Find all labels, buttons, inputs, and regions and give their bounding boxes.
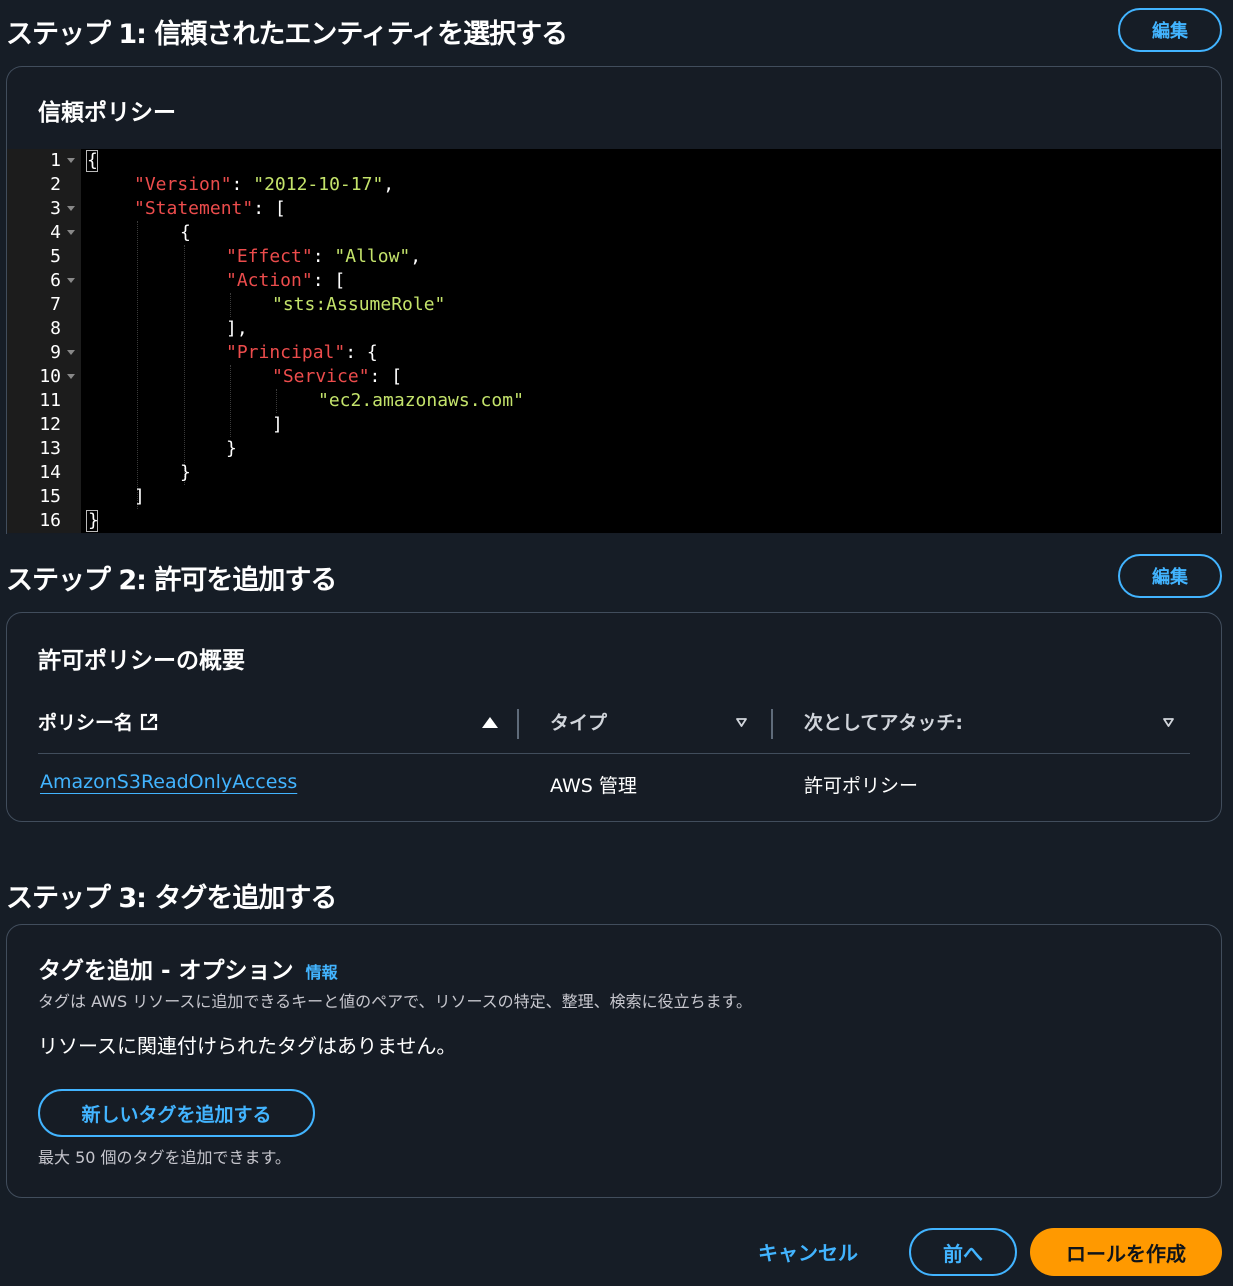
step2-header: ステップ 2: 許可を追加する 編集 [6, 550, 1222, 598]
code-line: 7 "sts:AssumeRole" [7, 293, 1221, 317]
line-number: 11 [39, 390, 61, 411]
line-number: 15 [39, 486, 61, 507]
code-text: } [180, 462, 191, 483]
fold-arrow-icon[interactable] [67, 374, 75, 379]
fold-arrow-icon[interactable] [67, 158, 75, 163]
line-number: 6 [50, 270, 61, 291]
sort-descending-icon[interactable] [1163, 718, 1174, 727]
code-line: 11 "ec2.amazonaws.com" [7, 389, 1221, 413]
step3-title: ステップ 3: タグを追加する [6, 883, 337, 914]
code-line: 1 { [7, 149, 1221, 173]
add-new-tag-button[interactable]: 新しいタグを追加する [38, 1089, 315, 1137]
external-link-icon [140, 713, 158, 730]
code-line: 8 ], [7, 317, 1221, 341]
step1-edit-button[interactable]: 編集 [1118, 8, 1222, 52]
code-line: 6 "Action": [ [7, 269, 1221, 293]
code-text: "Version": "2012-10-17", [134, 174, 395, 195]
line-number: 7 [50, 294, 61, 315]
line-number: 12 [39, 414, 61, 435]
code-text: { [180, 222, 191, 243]
code-text: "Effect": "Allow", [226, 246, 422, 267]
fold-arrow-icon[interactable] [67, 278, 75, 283]
code-text: { [87, 150, 98, 171]
code-line: 4 { [7, 221, 1221, 245]
line-number: 16 [39, 510, 61, 531]
code-line: 14 } [7, 461, 1221, 485]
code-line: 5 "Effect": "Allow", [7, 245, 1221, 269]
trust-policy-title: 信頼ポリシー [38, 100, 176, 126]
code-text: } [226, 438, 237, 459]
policy-name-link[interactable]: AmazonS3ReadOnlyAccess [40, 771, 297, 793]
line-number: 5 [50, 246, 61, 267]
column-resizer[interactable] [771, 709, 773, 739]
code-line: 15 ] [7, 485, 1221, 509]
code-text: ] [272, 414, 283, 435]
line-number: 9 [50, 342, 61, 363]
line-number: 3 [50, 198, 61, 219]
code-text: "Service": [ [272, 366, 403, 387]
code-line: 16 } [7, 509, 1221, 533]
line-number: 14 [39, 462, 61, 483]
line-number: 13 [39, 438, 61, 459]
step2-title: ステップ 2: 許可を追加する [6, 565, 337, 596]
column-resizer[interactable] [517, 709, 519, 739]
step1-title: ステップ 1: 信頼されたエンティティを選択する [6, 19, 568, 50]
code-text: "sts:AssumeRole" [272, 294, 446, 315]
code-line: 12 ] [7, 413, 1221, 437]
info-link[interactable]: 情報 [306, 959, 338, 983]
table-divider [38, 753, 1190, 754]
code-text: "Action": [ [226, 270, 346, 291]
step3-header: ステップ 3: タグを追加する [6, 868, 1222, 916]
line-number: 8 [50, 318, 61, 339]
code-line: 2 "Version": "2012-10-17", [7, 173, 1221, 197]
policy-type-cell: AWS 管理 [550, 775, 637, 797]
line-number: 4 [50, 222, 61, 243]
column-header-policy-name[interactable]: ポリシー名 [38, 708, 159, 735]
attached-as-cell: 許可ポリシー [804, 775, 919, 797]
code-line: 13 } [7, 437, 1221, 461]
no-tags-text: リソースに関連付けられたタグはありません。 [38, 1034, 457, 1058]
tags-card: タグを追加 - オプション 情報 タグは AWS リソースに追加できるキーと値の… [6, 924, 1222, 1198]
tags-title-row: タグを追加 - オプション 情報 [38, 951, 338, 985]
code-line: 3 "Statement": [ [7, 197, 1221, 221]
code-text: } [88, 510, 99, 531]
cancel-button[interactable]: キャンセル [758, 1237, 858, 1266]
trust-policy-card: 信頼ポリシー 1 { 2 "Version": "2012-10-17", 3 … [6, 66, 1222, 534]
fold-arrow-icon[interactable] [67, 230, 75, 235]
column-header-type[interactable]: タイプ [550, 708, 607, 735]
line-number: 10 [39, 366, 61, 387]
tags-title: タグを追加 - オプション [38, 958, 294, 984]
line-number: 1 [50, 150, 61, 171]
step2-edit-button[interactable]: 編集 [1118, 554, 1222, 598]
tag-limit-text: 最大 50 個のタグを追加できます。 [38, 1148, 291, 1167]
fold-arrow-icon[interactable] [67, 350, 75, 355]
column-header-attached-as[interactable]: 次としてアタッチ: [804, 708, 963, 735]
code-line: 10 "Service": [ [7, 365, 1221, 389]
permissions-summary-card: 許可ポリシーの概要 ポリシー名 タイプ 次としてアタッチ: AmazonS3Re… [6, 612, 1222, 822]
code-text: "Statement": [ [134, 198, 286, 219]
create-role-button[interactable]: ロールを作成 [1030, 1228, 1222, 1276]
code-line: 9 "Principal": { [7, 341, 1221, 365]
code-text: ] [134, 486, 145, 507]
sort-ascending-icon[interactable] [482, 717, 498, 728]
code-text: ], [226, 318, 248, 339]
code-editor[interactable]: 1 { 2 "Version": "2012-10-17", 3 "Statem… [7, 149, 1221, 533]
line-number: 2 [50, 174, 61, 195]
code-text: "ec2.amazonaws.com" [318, 390, 524, 411]
sort-descending-icon[interactable] [736, 718, 747, 727]
tags-description: タグは AWS リソースに追加できるキーと値のペアで、リソースの特定、整理、検索… [38, 992, 753, 1011]
step1-header: ステップ 1: 信頼されたエンティティを選択する 編集 [6, 4, 1222, 52]
code-text: "Principal": { [226, 342, 378, 363]
previous-button[interactable]: 前へ [909, 1228, 1017, 1276]
fold-arrow-icon[interactable] [67, 206, 75, 211]
permissions-summary-title: 許可ポリシーの概要 [38, 648, 245, 674]
